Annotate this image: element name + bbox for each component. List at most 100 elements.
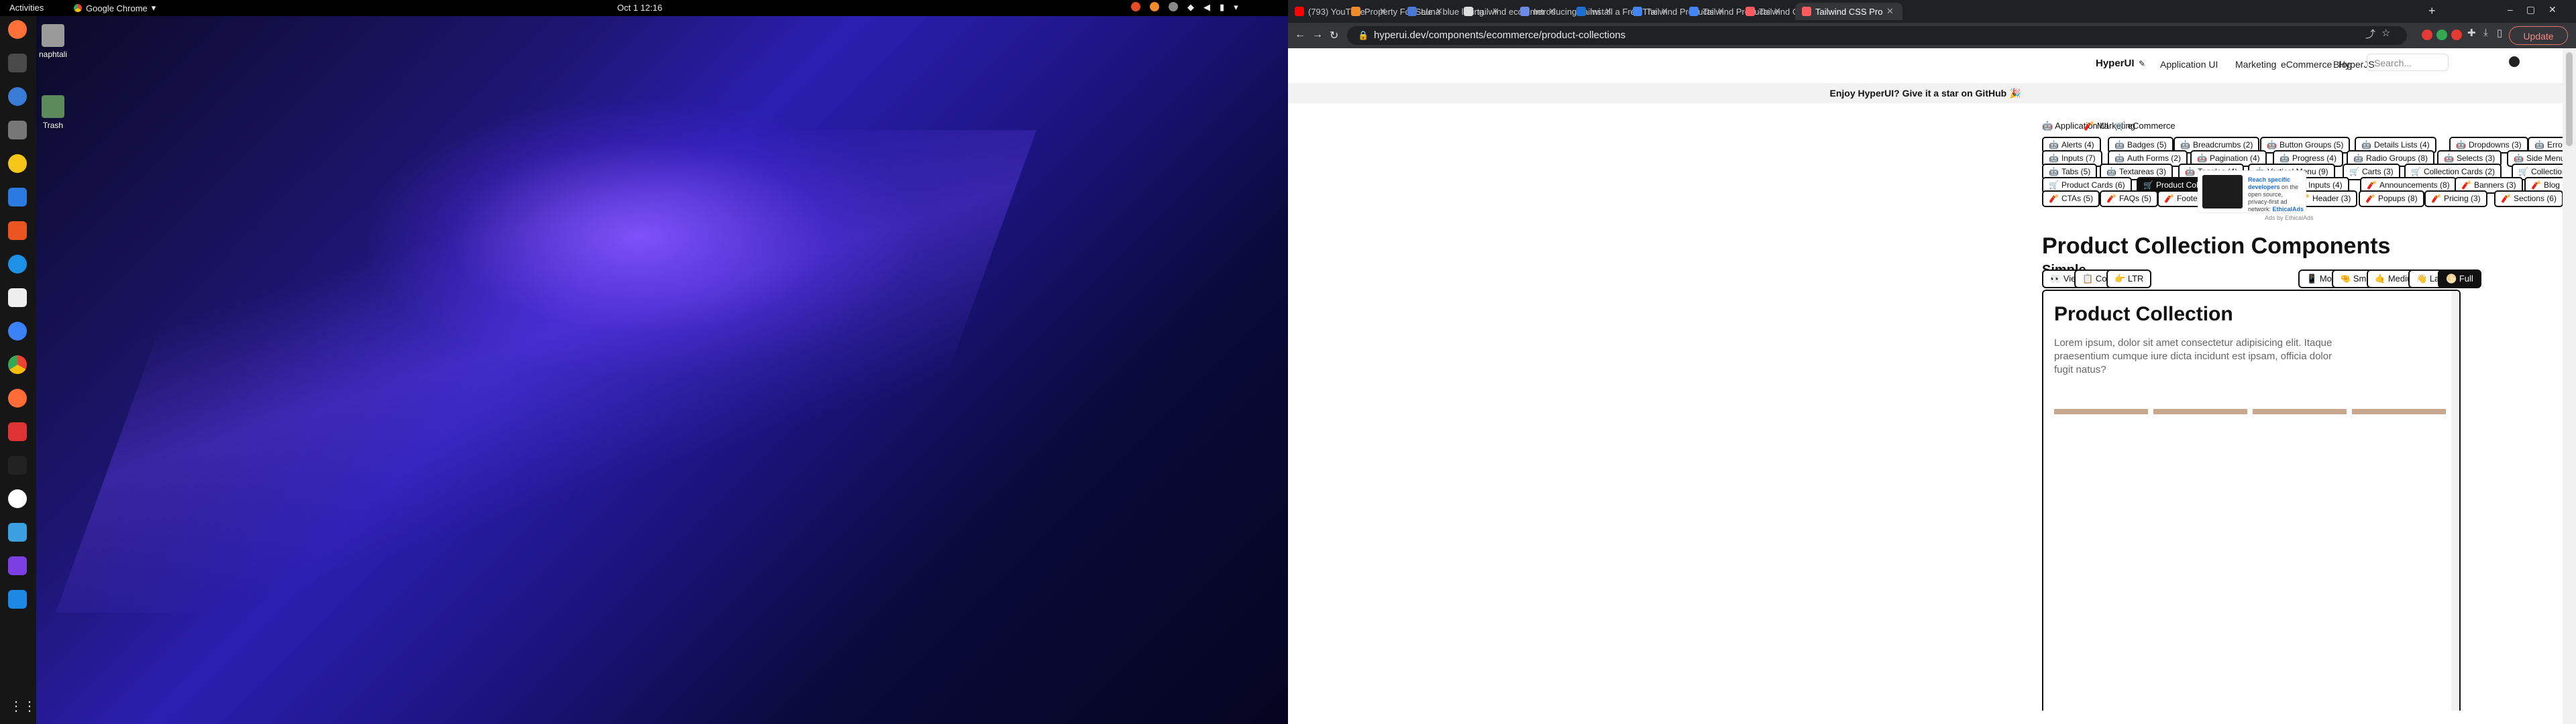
tab-strip: (793) YouTube ✕ Property For Sale ✕ Luna b… — [1288, 0, 2576, 23]
firecracker-icon: 🧨 — [2084, 121, 2095, 131]
address-bar[interactable]: 🔒 hyperui.dev/components/ecommerce/produ… — [1347, 26, 2407, 45]
ad-brand[interactable]: EthicalAds — [2273, 206, 2304, 213]
recorder-icon[interactable] — [8, 422, 27, 441]
chip-icon: 🤖 — [2456, 140, 2466, 149]
control-label: Full — [2459, 274, 2473, 284]
control-icon: 🤙 — [2375, 274, 2386, 284]
product-image — [2153, 409, 2247, 414]
chip-label: Progress (4) — [2292, 154, 2337, 163]
chip-icon: 🛒 — [2049, 180, 2059, 190]
app-indicator-icon[interactable] — [1169, 2, 1178, 11]
chip-label: Badges (5) — [2127, 140, 2167, 149]
github-star-banner[interactable]: Enjoy HyperUI? Give it a star on GitHub … — [1288, 83, 2563, 103]
ethical-ad[interactable]: Reach specific developers on the open so… — [2198, 170, 2306, 213]
writer-icon[interactable] — [8, 188, 27, 206]
star-icon[interactable]: ☆ — [2381, 27, 2390, 39]
chip-label: Sections (6) — [2513, 194, 2557, 203]
component-chip[interactable]: 🧨 FAQs (5) — [2100, 190, 2158, 207]
chip-icon: 🧨 — [2365, 194, 2375, 203]
chip-icon: 🤖 — [2185, 167, 2195, 176]
back-icon[interactable]: ← — [1295, 29, 1305, 41]
screenshot-icon[interactable] — [8, 523, 27, 542]
close-icon[interactable]: ✕ — [2548, 4, 2557, 15]
app-menu[interactable]: Google Chrome ▾ — [74, 3, 156, 13]
ad-text: Reach specific developers on the open so… — [2248, 176, 2304, 213]
chip-label: Header (3) — [2312, 194, 2351, 203]
extension-icon[interactable] — [2422, 29, 2432, 40]
rhythmbox-icon[interactable] — [8, 154, 27, 173]
chip-icon: 🧨 — [2501, 194, 2511, 203]
page-scrollbar[interactable] — [2563, 48, 2576, 724]
cart-icon: 🛒 — [2114, 121, 2126, 131]
activities-button[interactable]: Activities — [9, 3, 44, 13]
component-chip[interactable]: 🧨 Popups (8) — [2359, 190, 2424, 207]
product-image — [2352, 409, 2446, 414]
control-ltr-button[interactable]: 👉 LTR — [2106, 269, 2152, 288]
app-indicator-icon[interactable] — [1150, 2, 1159, 11]
chip-icon: 🤖 — [2361, 140, 2371, 149]
control-icon: 📱 — [2306, 274, 2318, 284]
app-indicator-icon[interactable] — [1131, 2, 1140, 11]
control-icon: 👋 — [2416, 274, 2428, 284]
system-tray[interactable]: ◆ ◀ ▮ ▾ — [1131, 2, 1238, 13]
component-chip[interactable]: 🧨 Pricing (3) — [2424, 190, 2487, 207]
component-chip[interactable]: 🧨 CTAs (5) — [2042, 190, 2100, 207]
update-button[interactable]: Update — [2509, 26, 2568, 45]
download-icon[interactable]: ⤓ — [2483, 27, 2488, 38]
browser-toolbar: ← → ↻ 🔒 hyperui.dev/components/ecommerce… — [1288, 23, 2576, 48]
chip-label: Announcements (8) — [2379, 180, 2450, 190]
sidebar-icon[interactable]: ▯ — [2497, 27, 2502, 39]
slack-icon[interactable] — [8, 489, 27, 508]
chip-icon: 🧨 — [2431, 194, 2441, 203]
notion-icon[interactable] — [8, 288, 27, 307]
chevron-down-icon[interactable]: ▾ — [1234, 2, 1238, 13]
postman-icon[interactable] — [8, 389, 27, 408]
search-input[interactable]: Search... — [2367, 54, 2449, 71]
browser-tab-active[interactable]: Tailwind CSS Product ✕ — [1795, 3, 1902, 20]
new-tab-icon[interactable]: + — [2428, 4, 2436, 18]
site-logo[interactable]: HyperUI — [2096, 58, 2135, 69]
show-apps-icon[interactable]: ⋮⋮ — [9, 699, 36, 715]
chrome-icon[interactable] — [8, 355, 27, 374]
jetbrains-toolbox-icon[interactable] — [8, 556, 27, 575]
nav-application-ui[interactable]: Application UI — [2160, 59, 2218, 70]
scrollbar-thumb[interactable] — [2566, 52, 2573, 146]
volume-icon[interactable]: ◀ — [1203, 2, 1210, 13]
minimize-icon[interactable]: – — [2508, 4, 2513, 15]
forward-icon[interactable]: → — [1312, 29, 1323, 41]
close-icon[interactable]: ✕ — [1886, 6, 1894, 17]
battery-icon[interactable]: ▮ — [1220, 2, 1224, 13]
chip-label: CTAs (5) — [2061, 194, 2094, 203]
nav-ecommerce[interactable]: eCommerce — [2281, 59, 2332, 70]
scrollbar[interactable] — [2451, 291, 2459, 711]
chip-label: Textareas (3) — [2118, 167, 2166, 176]
puzzle-icon[interactable]: ✚ — [2467, 27, 2476, 39]
category-ecommerce[interactable]: 🛒 eCommerce — [2114, 121, 2176, 131]
app-store-icon[interactable] — [8, 322, 27, 341]
app-name: Google Chrome — [86, 3, 148, 13]
desktop-icon-home[interactable]: naphtali — [23, 24, 83, 59]
chip-label: Banners (3) — [2473, 180, 2516, 190]
favicon-icon — [1576, 7, 1586, 16]
desktop-icon-trash[interactable]: Trash — [23, 95, 83, 130]
vscode-icon[interactable] — [8, 590, 27, 609]
chip-icon: 🤖 — [2444, 154, 2454, 163]
breakpoint-full-button[interactable]: 🌕 Full — [2438, 269, 2481, 288]
docker-icon[interactable] — [8, 255, 27, 274]
extension-icon[interactable] — [2451, 29, 2462, 40]
jetbrains-icon[interactable] — [8, 456, 27, 475]
nav-marketing[interactable]: Marketing — [2235, 59, 2276, 70]
reload-icon[interactable]: ↻ — [1330, 29, 1338, 42]
share-icon[interactable]: ⤴ — [2365, 27, 2375, 41]
category-label: eCommerce — [2127, 121, 2176, 131]
github-icon[interactable] — [2509, 56, 2520, 67]
ad-credit[interactable]: Ads by EthicalAds — [2265, 215, 2314, 221]
software-icon[interactable] — [8, 221, 27, 240]
component-chip[interactable]: 🧨 Sections (6) — [2494, 190, 2563, 207]
network-icon[interactable]: ◆ — [1187, 2, 1194, 13]
preview-title: Product Collection — [2054, 303, 2233, 325]
clock[interactable]: Oct 1 12:16 — [617, 3, 662, 13]
extension-icon[interactable] — [2436, 29, 2447, 40]
maximize-icon[interactable]: ▢ — [2526, 4, 2535, 15]
chip-label: Alerts (4) — [2061, 140, 2094, 149]
